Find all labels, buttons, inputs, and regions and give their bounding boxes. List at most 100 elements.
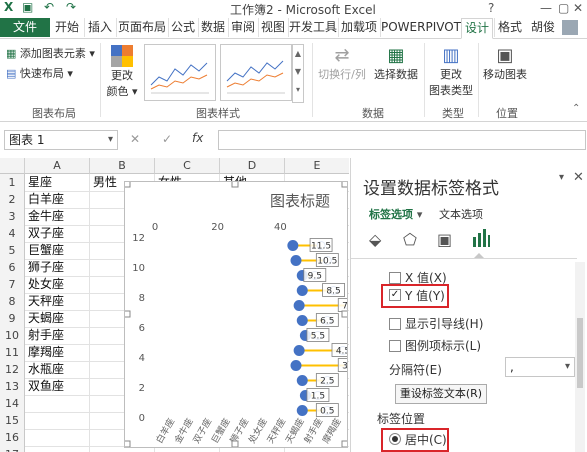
cell-a9[interactable]: 天蝎座 <box>25 310 64 327</box>
column-header-e[interactable]: E <box>285 158 349 174</box>
cell-a2[interactable]: 白羊座 <box>25 191 64 208</box>
tab-format[interactable]: 格式 <box>494 18 525 37</box>
cell-a8[interactable]: 天秤座 <box>25 293 64 310</box>
column-header-a[interactable]: A <box>25 158 90 174</box>
column-header-b[interactable]: B <box>90 158 155 174</box>
user-name[interactable]: 胡俊 <box>528 18 558 37</box>
name-box[interactable]: 图表 1 ▾ <box>4 130 118 150</box>
separator-dropdown[interactable]: , ▾ <box>505 357 575 377</box>
row-header-3[interactable]: 3 <box>0 208 25 226</box>
tab-view[interactable]: 视图 <box>258 18 287 37</box>
effects-pentagon-icon[interactable]: ⬠ <box>403 230 417 249</box>
tab-insert[interactable]: 插入 <box>84 18 115 37</box>
row-header-4[interactable]: 4 <box>0 225 25 243</box>
row-header-10[interactable]: 10 <box>0 327 25 345</box>
select-data-button[interactable]: ▦ 选择数据 <box>372 45 420 82</box>
close-window-button[interactable]: ✕ <box>573 1 583 15</box>
tab-developer[interactable]: 开发工具 <box>288 18 337 37</box>
leader-lines-checkbox[interactable] <box>389 318 401 330</box>
row-header-9[interactable]: 9 <box>0 310 25 328</box>
tab-addins[interactable]: 加载项 <box>338 18 379 37</box>
cell-a6[interactable]: 狮子座 <box>25 259 64 276</box>
tab-powerpivot[interactable]: POWERPIVOT <box>380 18 461 37</box>
cell-a3[interactable]: 金牛座 <box>25 208 64 225</box>
selection-handle <box>341 440 347 447</box>
center-radio[interactable] <box>389 433 401 445</box>
switch-row-column-button[interactable]: ⇄ 切换行/列 <box>318 45 366 82</box>
change-colors-button[interactable]: 更改 颜色 ▾ <box>104 45 140 99</box>
cancel-entry-button[interactable]: ✕ <box>130 132 140 146</box>
formula-input[interactable] <box>218 130 586 150</box>
cell-a13[interactable]: 双鱼座 <box>25 378 64 395</box>
cell-a4[interactable]: 双子座 <box>25 225 64 242</box>
row-header-17[interactable]: 17 <box>0 446 25 452</box>
cell-a7[interactable]: 处女座 <box>25 276 64 293</box>
tab-formulas[interactable]: 公式 <box>168 18 197 37</box>
add-chart-element-button[interactable]: ▦ 添加图表元素 ▾ <box>6 45 95 61</box>
chart-area[interactable]: 图表标题 0 20 40 0 2 4 6 8 10 12 白羊座 金牛座 双子座 巨蟹座 狮子座 处女座 天秤座… <box>124 181 348 448</box>
row-header-1[interactable]: 1 <box>0 174 25 192</box>
y-value-checkbox[interactable]: ✓ <box>389 289 401 301</box>
cell-b1[interactable]: 男性 <box>90 174 117 191</box>
gallery-scroll[interactable]: ▲ ▼ ▾ <box>292 44 304 103</box>
help-button[interactable]: ? <box>488 1 494 15</box>
confirm-entry-button[interactable]: ✓ <box>162 132 172 146</box>
move-chart-button[interactable]: ▣ 移动图表 <box>482 45 528 82</box>
row-header-8[interactable]: 8 <box>0 293 25 311</box>
row-header-14[interactable]: 14 <box>0 395 25 413</box>
row-header-12[interactable]: 12 <box>0 361 25 379</box>
pane-close-button[interactable]: ✕ <box>573 170 584 185</box>
scatter-plot[interactable]: 0 20 40024681012白羊座金牛座双子座巨蟹座狮子座处女座天秤座天蝎座射手… <box>125 182 347 447</box>
data-label: 9.5 <box>308 272 322 282</box>
undo-icon[interactable]: ↶ <box>44 0 54 14</box>
tab-design[interactable]: 设计 <box>461 18 493 39</box>
save-icon[interactable]: ▣ <box>22 0 33 14</box>
chart-style-thumbnail-2[interactable] <box>220 44 292 101</box>
tab-label-options[interactable]: 标签选项 ▾ <box>369 206 422 222</box>
row-header-16[interactable]: 16 <box>0 429 25 447</box>
cell-a10[interactable]: 射手座 <box>25 327 64 344</box>
row-header-7[interactable]: 7 <box>0 276 25 294</box>
insert-function-button[interactable]: fx <box>192 131 203 145</box>
pane-options-chevron-icon[interactable]: ▾ <box>559 172 564 183</box>
quick-layout-button[interactable]: ▤ 快速布局 ▾ <box>6 65 73 81</box>
fill-line-icon[interactable]: ⬙ <box>369 230 381 249</box>
tab-file[interactable]: 文件 <box>0 18 50 37</box>
series-1-point <box>287 240 299 251</box>
tab-text-options[interactable]: 文本选项 <box>439 206 483 222</box>
row-header-15[interactable]: 15 <box>0 412 25 430</box>
row-header-11[interactable]: 11 <box>0 344 25 362</box>
select-all-corner[interactable] <box>0 158 25 174</box>
change-chart-type-button[interactable]: ▥ 更改 图表类型 <box>428 45 474 98</box>
series-1-point <box>293 300 305 311</box>
avatar[interactable] <box>562 20 578 35</box>
tab-home[interactable]: 开始 <box>52 18 82 37</box>
reset-label-text-button[interactable]: 重设标签文本(R) <box>395 384 487 404</box>
chevron-down-icon[interactable]: ▾ <box>108 131 113 149</box>
row-header-2[interactable]: 2 <box>0 191 25 209</box>
row-header-6[interactable]: 6 <box>0 259 25 277</box>
x-value-checkbox[interactable] <box>389 272 401 284</box>
y-tick-label: 0 <box>139 413 145 424</box>
redo-icon[interactable]: ↷ <box>66 0 76 14</box>
cell-a5[interactable]: 巨蟹座 <box>25 242 64 259</box>
cell-a11[interactable]: 摩羯座 <box>25 344 64 361</box>
minimize-button[interactable]: — <box>540 1 552 15</box>
tab-review[interactable]: 审阅 <box>228 18 257 37</box>
size-properties-icon[interactable]: ▣ <box>437 230 452 249</box>
legend-key-checkbox[interactable] <box>389 340 401 352</box>
tab-data[interactable]: 数据 <box>198 18 227 37</box>
label-options-bar-icon[interactable] <box>471 228 491 251</box>
restore-button[interactable]: ▢ <box>558 1 569 15</box>
row-header-13[interactable]: 13 <box>0 378 25 396</box>
row-header-5[interactable]: 5 <box>0 242 25 260</box>
tab-page-layout[interactable]: 页面布局 <box>116 18 167 37</box>
column-header-d[interactable]: D <box>220 158 285 174</box>
window-title: 工作簿2 - Microsoft Excel <box>230 3 376 17</box>
cell-a12[interactable]: 水瓶座 <box>25 361 64 378</box>
cell-a1[interactable]: 星座 <box>25 174 52 191</box>
collapse-ribbon-icon[interactable]: ⌃ <box>572 103 580 114</box>
pane-scrollbar[interactable] <box>575 262 585 452</box>
column-header-c[interactable]: C <box>155 158 220 174</box>
chart-style-thumbnail-1[interactable] <box>144 44 216 101</box>
